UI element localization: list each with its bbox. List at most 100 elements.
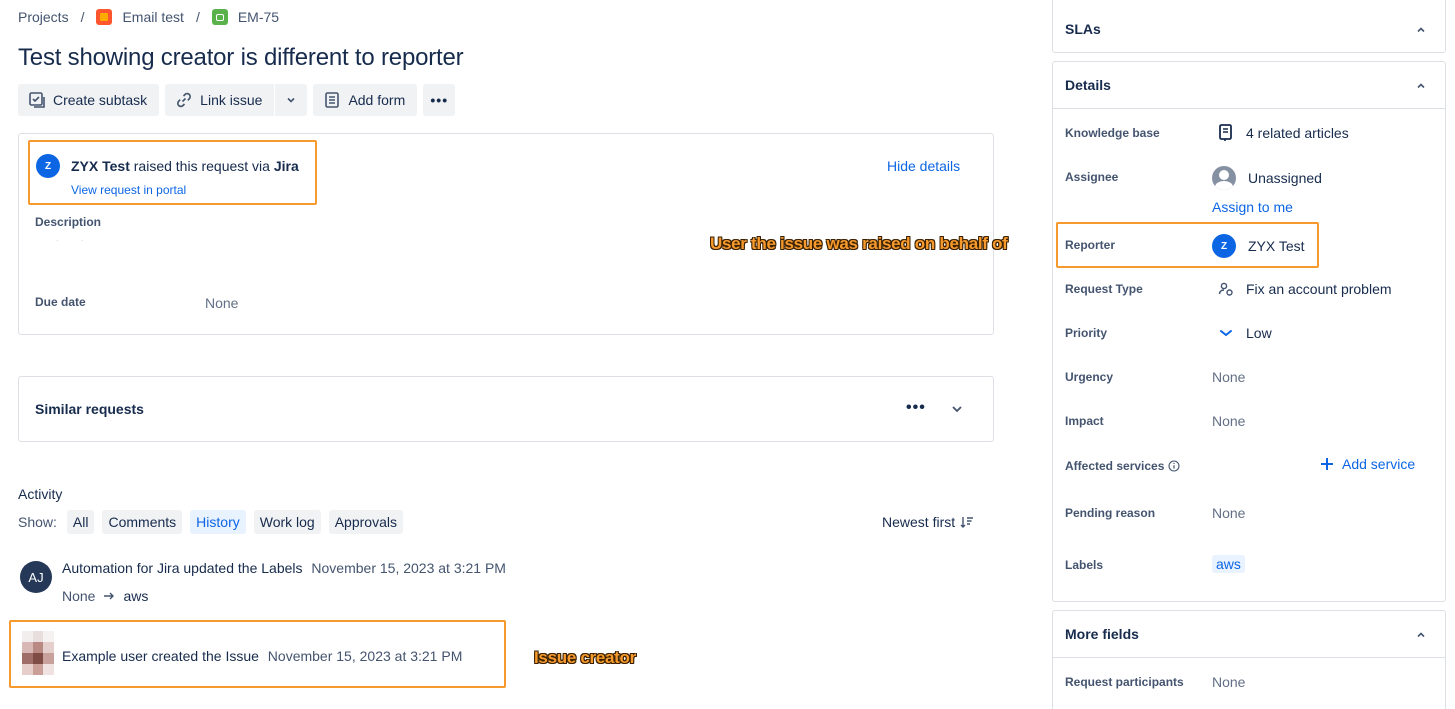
affected-services-label: Affected services: [1065, 459, 1165, 473]
raiser-name[interactable]: ZYX Test: [71, 158, 130, 174]
breadcrumb-project[interactable]: Email test: [122, 9, 183, 25]
reporter-callout: User the issue was raised on behalf of: [710, 234, 1008, 253]
request-participants-label: Request participants: [1065, 675, 1184, 689]
breadcrumb-separator: /: [80, 9, 85, 25]
page-title[interactable]: Test showing creator is different to rep…: [18, 44, 464, 72]
link-issue-button[interactable]: Link issue: [165, 84, 274, 116]
more-icon[interactable]: •••: [906, 399, 926, 417]
urgency-value[interactable]: None: [1212, 369, 1245, 385]
chevron-up-icon[interactable]: [1415, 80, 1427, 92]
similar-requests-label: Similar requests: [35, 401, 144, 417]
add-form-label: Add form: [348, 92, 406, 108]
sort-icon: [960, 517, 974, 528]
history-action: created the: [151, 648, 222, 664]
chevron-up-icon[interactable]: [1415, 629, 1427, 641]
info-icon[interactable]: [1168, 460, 1180, 472]
sort-order-button[interactable]: Newest first: [882, 514, 974, 530]
request-type-text: Fix an account problem: [1246, 281, 1392, 297]
filter-history[interactable]: History: [190, 510, 246, 534]
filter-comments[interactable]: Comments: [102, 510, 183, 534]
history-actor[interactable]: Automation for Jira: [62, 560, 180, 576]
due-date-value[interactable]: None: [205, 295, 238, 311]
slas-panel[interactable]: [1052, 0, 1446, 53]
reporter-value[interactable]: Z ZYX Test: [1212, 234, 1305, 258]
link-issue-split: Link issue: [165, 84, 308, 116]
issue-type-icon: [211, 9, 228, 25]
request-participants-value[interactable]: None: [1212, 674, 1245, 690]
view-request-in-portal-link[interactable]: View request in portal: [71, 183, 186, 197]
avatar[interactable]: Z: [36, 154, 60, 178]
description-value[interactable]: · ·: [56, 236, 94, 245]
creator-callout: Issue creator: [534, 648, 636, 667]
history-object: Labels: [261, 560, 303, 576]
plus-icon: [1321, 458, 1333, 470]
pending-reason-value[interactable]: None: [1212, 505, 1245, 521]
issue-toolbar: Create subtask Link issue Add form •••: [18, 84, 456, 116]
assign-to-me-link[interactable]: Assign to me: [1212, 199, 1293, 215]
history-entry: Example user created the Issue November …: [62, 648, 462, 664]
similar-requests-panel[interactable]: [18, 376, 994, 442]
due-date-label: Due date: [35, 295, 86, 309]
add-service-label: Add service: [1342, 456, 1416, 472]
labels-value[interactable]: aws: [1212, 555, 1245, 573]
article-icon: [1219, 124, 1232, 141]
show-label: Show:: [18, 514, 57, 530]
chevron-down-icon: [287, 97, 296, 103]
add-form-button[interactable]: Add form: [313, 84, 418, 116]
avatar[interactable]: AJ: [20, 561, 52, 593]
history-object: Issue: [225, 648, 259, 664]
label-chip[interactable]: aws: [1212, 555, 1245, 573]
chevron-up-icon[interactable]: [1415, 24, 1427, 36]
priority-label: Priority: [1065, 326, 1108, 340]
urgency-label: Urgency: [1065, 370, 1114, 384]
create-subtask-label: Create subtask: [53, 92, 148, 108]
form-icon: [325, 92, 340, 108]
project-icon: [96, 9, 113, 25]
history-date: November 15, 2023 at 3:21 PM: [267, 648, 463, 664]
activity-filter-bar: Show: All Comments History Work log Appr…: [18, 510, 403, 534]
request-type-value[interactable]: Fix an account problem: [1218, 281, 1392, 297]
filter-work-log[interactable]: Work log: [253, 510, 321, 534]
filter-all[interactable]: All: [66, 510, 95, 534]
sort-label: Newest first: [882, 514, 956, 530]
history-entry: Automation for Jira updated the Labels N…: [62, 560, 506, 576]
priority-text: Low: [1246, 325, 1272, 341]
request-type-label: Request Type: [1065, 282, 1143, 296]
description-label: Description: [35, 215, 102, 229]
assignee-text: Unassigned: [1248, 170, 1322, 186]
link-issue-dropdown[interactable]: [275, 84, 307, 116]
filter-approvals[interactable]: Approvals: [328, 510, 403, 534]
user-icon: [1212, 166, 1236, 190]
more-actions-button[interactable]: •••: [423, 84, 456, 116]
knowledge-base-value[interactable]: 4 related articles: [1218, 124, 1349, 142]
raised-by-line: Z ZYX Test raised this request via Jira: [36, 154, 299, 178]
request-type-icon: [1218, 282, 1233, 296]
link-icon: [177, 92, 192, 108]
priority-value[interactable]: Low: [1218, 325, 1272, 341]
reporter-label: Reporter: [1065, 238, 1116, 252]
affected-services-label-row: Affected services: [1065, 459, 1180, 473]
knowledge-base-text: 4 related articles: [1246, 125, 1349, 141]
avatar: Z: [1212, 234, 1236, 258]
breadcrumb-projects[interactable]: Projects: [18, 9, 69, 25]
breadcrumb-issue-key[interactable]: EM-75: [238, 9, 279, 25]
breadcrumb: Projects / Email test / EM-75: [18, 9, 279, 25]
chevron-down-icon[interactable]: [950, 402, 964, 416]
assignee-label: Assignee: [1065, 170, 1119, 184]
add-service-button[interactable]: Add service: [1320, 456, 1415, 472]
details-title: Details: [1065, 77, 1111, 93]
history-action: updated the: [183, 560, 258, 576]
history-change: None aws: [62, 588, 148, 604]
assignee-value[interactable]: Unassigned: [1212, 166, 1322, 190]
labels-label: Labels: [1065, 558, 1104, 572]
history-actor[interactable]: Example user: [62, 648, 148, 664]
create-subtask-button[interactable]: Create subtask: [18, 84, 160, 116]
more-fields-title: More fields: [1065, 626, 1139, 642]
history-date: November 15, 2023 at 3:21 PM: [311, 560, 506, 576]
impact-value[interactable]: None: [1212, 413, 1245, 429]
raised-phrase: raised this request via: [133, 158, 270, 174]
hide-details-button[interactable]: Hide details: [887, 158, 960, 174]
raised-via: Jira: [273, 158, 299, 174]
subtask-icon: [29, 92, 45, 108]
avatar[interactable]: [22, 631, 54, 675]
